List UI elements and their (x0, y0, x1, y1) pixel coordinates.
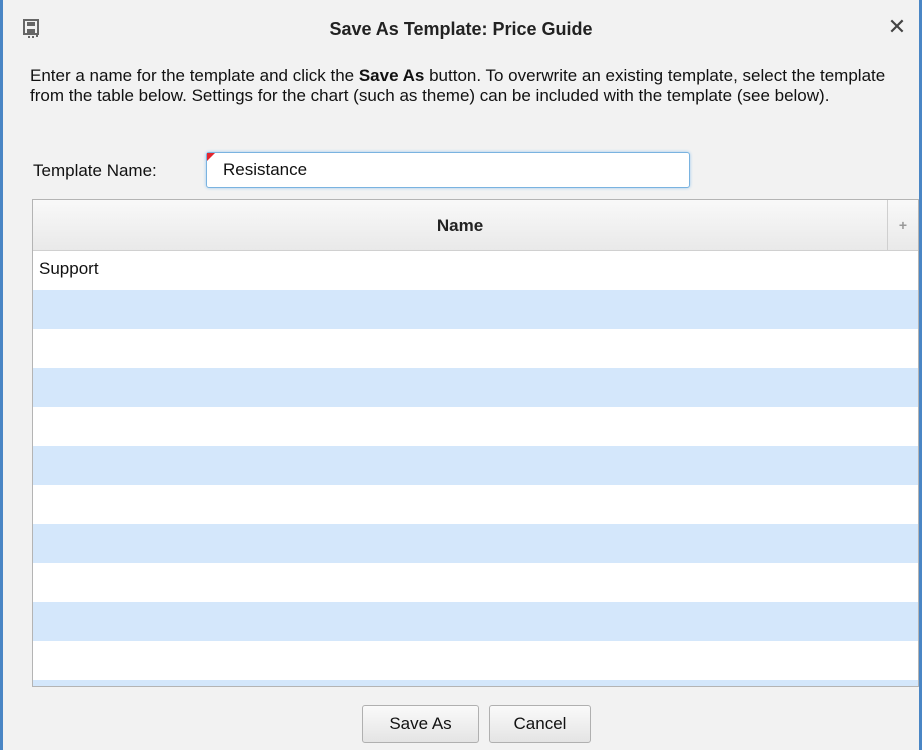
table-row[interactable] (33, 329, 918, 368)
dialog-title: Save As Template: Price Guide (329, 19, 593, 39)
add-column-icon[interactable]: + (888, 200, 918, 250)
template-name-label: Template Name: (33, 161, 157, 180)
table-row[interactable] (33, 290, 918, 329)
table-row[interactable] (33, 485, 918, 524)
title-bar: Save As Template: Price Guide ✕ (3, 0, 919, 56)
table-row[interactable] (33, 368, 918, 407)
close-button[interactable]: ✕ (885, 14, 909, 40)
cancel-button[interactable]: Cancel (489, 705, 591, 743)
table-row[interactable] (33, 563, 918, 602)
dialog-buttons: Save As Cancel (3, 705, 919, 745)
table-row[interactable] (33, 407, 918, 446)
save-as-button[interactable]: Save As (362, 705, 479, 743)
table-row[interactable] (33, 602, 918, 641)
table-header: Name + (33, 200, 918, 251)
validation-marker (207, 153, 215, 161)
instructions-text: Enter a name for the template and click … (30, 66, 900, 106)
table-row[interactable] (33, 446, 918, 485)
column-header-name[interactable]: Name (33, 200, 888, 250)
instructions-part1: Enter a name for the template and click … (30, 66, 359, 85)
table-row[interactable] (33, 680, 918, 686)
template-name-input[interactable] (206, 152, 690, 188)
templates-table: Name + Support (32, 199, 919, 687)
table-row[interactable]: Support (33, 251, 918, 290)
save-as-template-dialog: Save As Template: Price Guide ✕ Enter a … (0, 0, 922, 750)
table-body: Support (33, 251, 918, 686)
table-row[interactable] (33, 524, 918, 563)
table-row[interactable] (33, 641, 918, 680)
instructions-bold: Save As (358, 66, 425, 85)
